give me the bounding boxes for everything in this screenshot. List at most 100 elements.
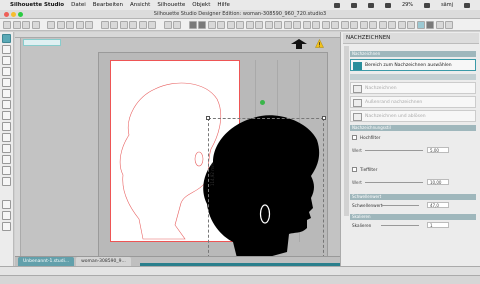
print-cut-icon[interactable] [388,20,396,29]
highpass-value-field[interactable]: 5,00 [427,147,449,153]
line-tool-icon[interactable] [2,56,11,65]
store-panel-icon[interactable] [2,211,11,220]
modify-icon[interactable] [283,20,292,29]
rectangle-tool-icon[interactable] [2,67,11,76]
smooth-freehand-tool-icon[interactable] [2,144,11,153]
trace-icon[interactable] [416,20,425,29]
help-icon[interactable] [445,20,453,29]
polygon-tool-icon[interactable] [2,100,11,109]
new-file-icon[interactable] [3,20,11,29]
search-icon[interactable] [464,2,470,8]
tray-icon[interactable] [333,2,340,8]
curve-tool-icon[interactable] [2,111,11,120]
warp-icon[interactable] [359,20,368,29]
menu-ansicht[interactable]: Ansicht [130,2,150,8]
battery-icon[interactable] [424,2,431,8]
page-settings-icon[interactable] [188,20,197,29]
gradient-icon[interactable] [236,20,244,29]
menu-app[interactable]: Silhouette Studio [10,2,64,8]
fit-page-icon[interactable] [138,20,147,29]
paste-icon[interactable] [66,20,74,29]
knife-icon[interactable] [331,20,339,29]
settings-icon[interactable] [435,20,444,29]
menu-objekt[interactable]: Objekt [192,2,210,8]
threshold-value-field[interactable]: 47,0 [427,202,449,208]
store-icon[interactable] [173,20,181,29]
align-icon[interactable] [264,20,273,29]
library-panel-icon[interactable] [2,200,11,209]
lowpass-value-field[interactable]: 10,00 [427,179,449,185]
close-window-button[interactable] [4,12,9,17]
copy-icon[interactable] [56,20,65,29]
text-tool-icon[interactable] [2,155,11,164]
zoom-window-button[interactable] [18,12,23,17]
menu-bearbeiten[interactable]: Bearbeiten [93,2,123,8]
select-tool-icon[interactable] [2,34,11,43]
select-trace-area-button[interactable]: Bereich zum Nachzeichnen auswählen [350,59,476,71]
feed-direction-icon[interactable] [291,39,307,49]
wifi-icon[interactable] [384,2,391,8]
menu-silhouette[interactable]: Silhouette [157,2,185,8]
open-file-icon[interactable] [12,20,21,29]
tab-woman-file[interactable]: woman-308590_9... [76,257,131,266]
resize-handle[interactable] [206,116,210,120]
line-style-icon[interactable] [217,20,225,29]
scale-slider[interactable] [381,225,419,226]
lowpass-slider[interactable] [365,182,423,183]
threshold-slider[interactable] [381,205,419,206]
print-icon[interactable] [31,20,40,29]
tray-icon[interactable] [367,2,374,8]
save-icon[interactable] [22,20,30,29]
zoom-out-icon[interactable] [110,20,118,29]
trace-and-release-button[interactable]: Nachzeichnen und ablösen [350,110,476,122]
scale-value-field[interactable]: 1 [427,222,449,228]
rotate-handle[interactable] [260,100,265,105]
pattern-icon[interactable] [245,20,254,29]
zoom-icon[interactable] [148,20,156,29]
tab-unbenannt[interactable]: Unbenannt-1.studi... [18,257,75,266]
pan-icon[interactable] [129,20,137,29]
stretch-icon[interactable] [350,20,358,29]
redo-icon[interactable] [85,20,93,29]
minimize-window-button[interactable] [11,12,16,17]
undo-icon[interactable] [75,20,84,29]
selection-box[interactable] [208,118,324,258]
pixscan-icon[interactable] [378,20,387,29]
zoom-select-icon[interactable] [119,20,128,29]
layers-icon[interactable] [321,20,330,29]
lowpass-checkbox[interactable] [352,167,357,172]
knife-tool-icon[interactable] [2,177,11,186]
offset-icon[interactable] [293,20,301,29]
library-icon[interactable] [163,20,172,29]
resize-handle[interactable] [322,116,326,120]
menu-datei[interactable]: Datei [71,2,86,8]
highpass-slider[interactable] [365,150,423,151]
cut-icon[interactable] [47,20,55,29]
tray-icon[interactable] [350,2,357,8]
shapes-panel-icon[interactable] [2,222,11,231]
rounded-rectangle-tool-icon[interactable] [2,78,11,87]
point-edit-icon[interactable] [312,20,320,29]
highpass-checkbox[interactable] [352,135,357,140]
point-edit-tool-icon[interactable] [2,45,11,54]
ellipse-tool-icon[interactable] [2,89,11,98]
rhinestone-icon[interactable] [397,20,406,29]
replicate-icon[interactable] [274,20,282,29]
eraser-tool-icon[interactable] [2,166,11,175]
emboss-icon[interactable] [407,20,415,29]
user-label[interactable]: sämj [441,2,453,8]
menu-hilfe[interactable]: Hilfe [217,2,230,8]
registration-icon[interactable] [207,20,216,29]
arc-tool-icon[interactable] [2,122,11,131]
trace-button[interactable]: Nachzeichnen [350,82,476,94]
fill-color-icon[interactable] [226,20,235,29]
send-icon[interactable] [426,20,434,29]
design-canvas[interactable]: 114,92 mm 75,662 mm [15,32,340,266]
transform-icon[interactable] [255,20,263,29]
freehand-tool-icon[interactable] [2,133,11,142]
trace-outer-edge-button[interactable]: Außenrand nachzeichnen [350,96,476,108]
zoom-in-icon[interactable] [100,20,109,29]
sketch-icon[interactable] [369,20,377,29]
eraser-icon[interactable] [340,20,349,29]
grid-icon[interactable] [198,20,206,29]
